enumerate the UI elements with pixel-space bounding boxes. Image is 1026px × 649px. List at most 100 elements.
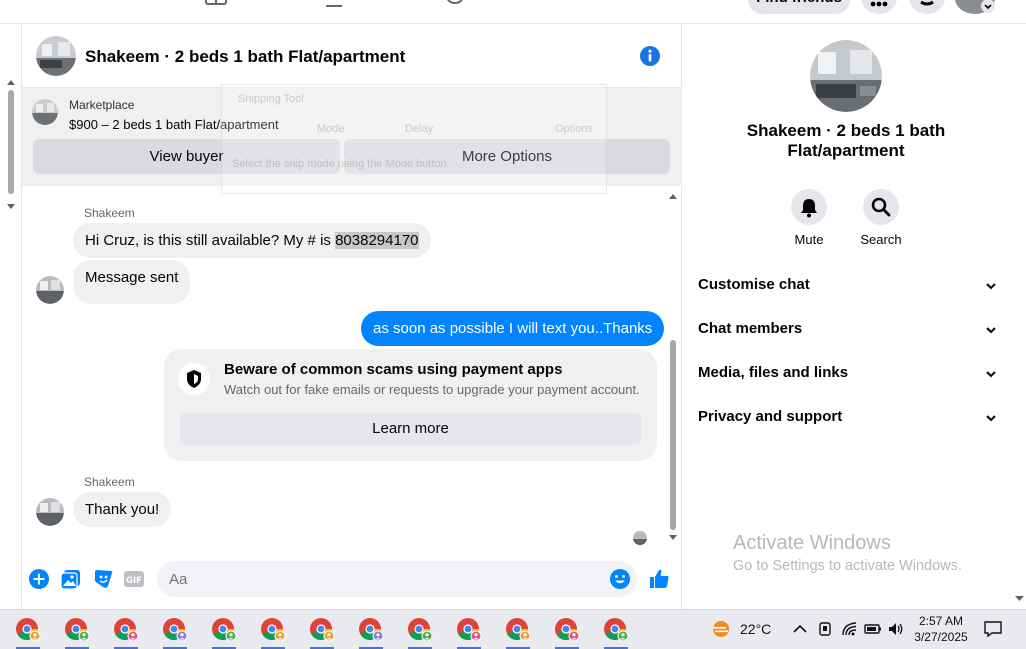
learn-more-button[interactable]: Learn more <box>180 413 641 445</box>
chrome-icon <box>457 618 482 642</box>
section-media-files-links[interactable]: Media, files and links <box>698 364 998 386</box>
bell-icon <box>801 199 817 218</box>
chrome-taskbar-button[interactable] <box>210 616 238 649</box>
svg-text:GIF: GIF <box>126 576 142 586</box>
listing-avatar[interactable] <box>36 36 76 76</box>
chrome-icon <box>310 618 335 642</box>
profile-nav-icon[interactable] <box>443 0 467 8</box>
photo-icon[interactable] <box>60 568 82 590</box>
chevron-down-icon <box>986 371 996 378</box>
chrome-icon <box>261 618 286 642</box>
chrome-icon <box>408 618 433 642</box>
clock-time: 2:57 AM <box>918 614 964 628</box>
chrome-taskbar-button[interactable] <box>504 616 532 649</box>
chrome-icon <box>163 618 188 642</box>
incoming-message[interactable]: Message sent <box>73 260 191 304</box>
chrome-icon <box>359 618 384 642</box>
message-text: as soon as possible I will text you..Tha… <box>373 320 653 337</box>
chrome-icon <box>16 618 41 642</box>
chrome-taskbar-button[interactable] <box>14 616 42 649</box>
account-avatar[interactable] <box>955 0 995 14</box>
battery-icon[interactable] <box>864 620 882 638</box>
notifications-center-icon[interactable] <box>983 620 1003 638</box>
scroll-down-arrow-icon[interactable] <box>1013 594 1026 604</box>
sender-avatar[interactable] <box>36 276 64 304</box>
wifi-icon[interactable] <box>841 620 859 638</box>
chrome-taskbar-button[interactable] <box>63 616 91 649</box>
watermark-line-1: Activate Windows <box>733 532 891 554</box>
scroll-up-arrow-icon[interactable] <box>4 77 18 87</box>
chrome-taskbar-button[interactable] <box>553 616 581 649</box>
more-options-button[interactable]: More Options <box>344 139 670 174</box>
find-friends-button[interactable]: Find friends <box>748 0 850 14</box>
section-label: Customise chat <box>698 276 810 293</box>
search-label: Search <box>860 232 902 247</box>
mute-label: Mute <box>794 232 824 247</box>
weather-temperature[interactable]: 22°C <box>740 621 771 637</box>
phone-number-highlight: 8038294170 <box>335 232 419 249</box>
chrome-taskbar-button[interactable] <box>308 616 336 649</box>
section-chat-members[interactable]: Chat members <box>698 320 998 342</box>
marketplace-nav-icon[interactable] <box>204 0 228 8</box>
search-icon <box>871 197 891 217</box>
messages-scrollbar[interactable] <box>667 188 679 543</box>
info-icon[interactable] <box>639 45 661 67</box>
chrome-taskbar-button[interactable] <box>602 616 630 649</box>
listing-summary[interactable]: $900 – 2 beds 1 bath Flat/apartment <box>69 117 279 132</box>
scroll-down-arrow-icon[interactable] <box>4 202 18 212</box>
meet-now-icon[interactable] <box>816 620 834 638</box>
section-customise-chat[interactable]: Customise chat <box>698 276 998 298</box>
incoming-message[interactable]: Hi Cruz, is this still available? My # i… <box>73 223 431 258</box>
chevron-down-icon <box>981 0 995 13</box>
search-button[interactable]: Search <box>851 189 911 247</box>
mute-button[interactable]: Mute <box>779 189 839 247</box>
view-buyer-button[interactable]: View buyer <box>33 139 340 174</box>
message-list[interactable]: Shakeem Hi Cruz, is this still available… <box>22 187 682 547</box>
chrome-icon <box>604 618 629 642</box>
chrome-taskbar-button[interactable] <box>357 616 385 649</box>
read-receipt-avatar <box>633 531 647 545</box>
gif-icon[interactable]: GIF <box>123 568 145 590</box>
emoji-icon[interactable] <box>609 568 631 590</box>
volume-icon[interactable] <box>887 620 905 638</box>
notifications-button[interactable] <box>909 0 945 14</box>
chrome-taskbar-button[interactable] <box>112 616 140 649</box>
listing-thumbnail <box>32 99 58 125</box>
section-label: Privacy and support <box>698 408 843 425</box>
conversation-title: Shakeem · 2 beds 1 bath Flat/apartment <box>746 121 946 160</box>
sticker-icon[interactable] <box>92 568 114 590</box>
chrome-taskbar-button[interactable] <box>455 616 483 649</box>
scroll-up-arrow-icon[interactable] <box>667 191 679 201</box>
chrome-taskbar-button[interactable] <box>406 616 434 649</box>
weather-icon[interactable] <box>710 618 732 640</box>
chrome-taskbar-button[interactable] <box>161 616 189 649</box>
taskbar-clock[interactable]: 2:57 AM 3/27/2025 <box>910 613 972 645</box>
chat-title[interactable]: Shakeem · 2 beds 1 bath Flat/apartment <box>85 47 405 67</box>
sender-name: Shakeem <box>84 475 135 489</box>
scrollbar-thumb[interactable] <box>8 90 14 194</box>
sender-avatar[interactable] <box>36 498 64 526</box>
scrollbar-thumb[interactable] <box>670 340 676 530</box>
activate-windows-watermark: Activate Windows Go to Settings to activ… <box>733 532 962 574</box>
chevron-down-icon <box>986 415 996 422</box>
chevron-up-icon[interactable] <box>791 620 809 638</box>
like-thumb-icon[interactable] <box>648 568 670 590</box>
chrome-icon <box>114 618 139 642</box>
section-label: Chat members <box>698 320 803 337</box>
browser-scrollbar[interactable] <box>1013 24 1026 609</box>
conversation-avatar[interactable] <box>810 40 882 112</box>
chat-panel: Shakeem · 2 beds 1 bath Flat/apartment M… <box>21 24 682 609</box>
chrome-taskbar-button[interactable] <box>259 616 287 649</box>
message-input[interactable] <box>157 561 637 597</box>
incoming-message[interactable]: Thank you! <box>73 492 172 527</box>
menu-grid-button[interactable] <box>861 0 897 14</box>
scroll-down-arrow-icon[interactable] <box>667 533 679 543</box>
groups-nav-icon[interactable] <box>324 0 348 8</box>
plus-icon[interactable] <box>28 568 50 590</box>
chrome-icon <box>555 618 580 642</box>
scam-warning-body: Watch out for fake emails or requests to… <box>224 382 640 397</box>
section-privacy-support[interactable]: Privacy and support <box>698 408 998 430</box>
page-scrollbar[interactable] <box>4 74 18 214</box>
outgoing-message[interactable]: as soon as possible I will text you..Tha… <box>361 311 665 346</box>
chevron-down-icon <box>986 327 996 334</box>
